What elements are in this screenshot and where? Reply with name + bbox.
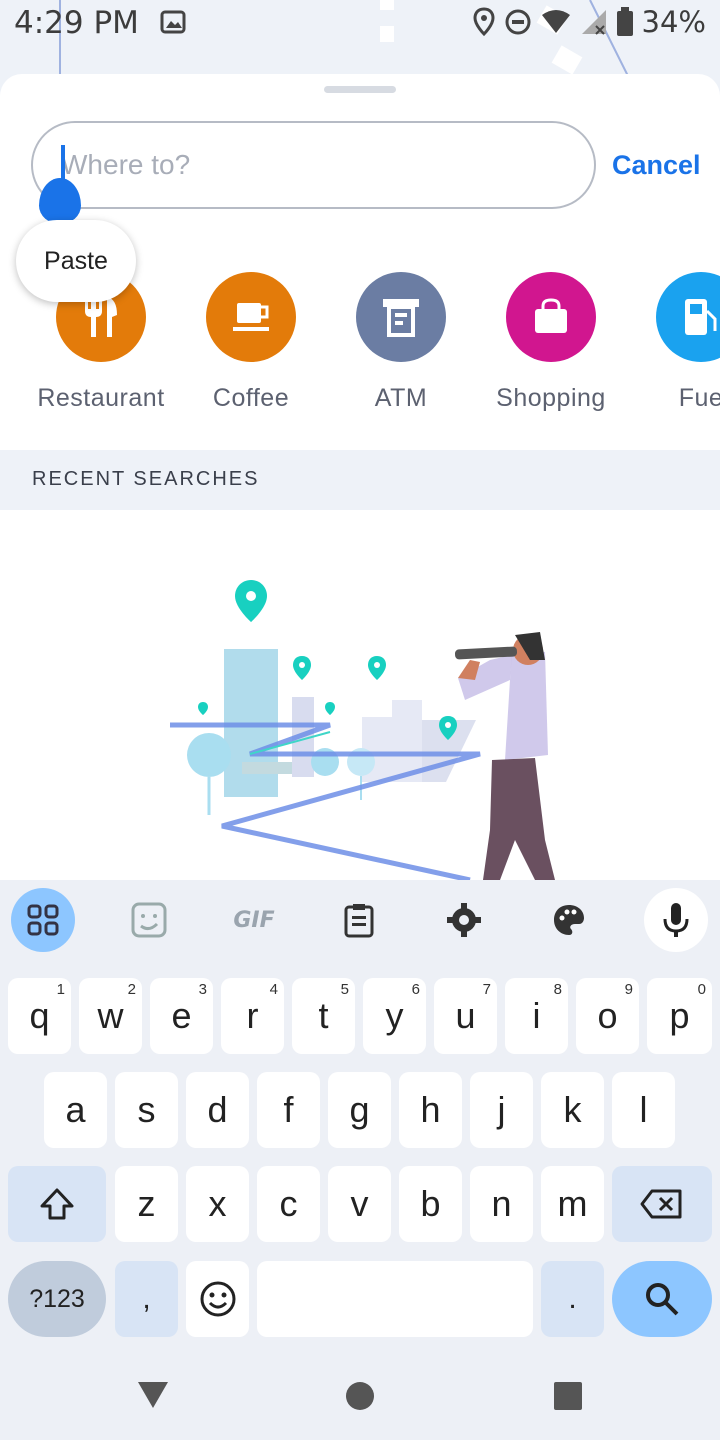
do-not-disturb-icon [505,9,531,35]
backspace-key[interactable] [612,1166,712,1242]
category-label: Restaurant [37,384,165,412]
fuel-icon [656,272,720,362]
home-icon[interactable] [345,1381,375,1411]
status-bar: 4:29 PM 34% [0,0,720,48]
atm-icon [356,272,446,362]
image-notification-icon [160,10,186,34]
key-u[interactable]: u7 [434,978,497,1054]
paste-button[interactable]: Paste [16,220,136,302]
mic-icon[interactable] [644,888,708,952]
key-o[interactable]: o9 [576,978,639,1054]
cell-signal-icon [581,10,606,35]
palette-icon[interactable] [537,888,601,952]
category-label: Fue [678,384,720,412]
category-label: Coffee [212,384,290,412]
key-l[interactable]: l [612,1072,675,1148]
backspace-icon [640,1189,682,1219]
key-t[interactable]: t5 [292,978,355,1054]
key-a[interactable]: a [44,1072,107,1148]
category-fuel[interactable]: Fue [626,272,720,413]
key-j[interactable]: j [470,1072,533,1148]
sticker-icon[interactable] [117,888,181,952]
keyboard-toolbar: GIF [0,880,720,960]
text-cursor-handle[interactable] [39,178,81,224]
search-key[interactable] [612,1261,712,1337]
key-c[interactable]: c [257,1166,320,1242]
empty-state-illustration [0,510,720,880]
keyboard: GIF q1 w2 e3 r4 t5 y6 u7 i8 o9 p0 a s d … [0,880,720,1440]
clipboard-icon[interactable] [327,888,391,952]
key-b[interactable]: b [399,1166,462,1242]
shift-key[interactable] [8,1166,106,1242]
battery-percent: 34% [641,5,706,39]
emoji-icon [200,1281,235,1317]
comma-key[interactable]: , [115,1261,178,1337]
back-icon[interactable] [136,1380,170,1412]
key-x[interactable]: x [186,1166,249,1242]
search-box[interactable] [31,121,596,209]
category-coffee[interactable]: Coffee [176,272,326,413]
apps-icon[interactable] [11,888,75,952]
shift-icon [40,1188,74,1220]
key-n[interactable]: n [470,1166,533,1242]
key-w[interactable]: w2 [79,978,142,1054]
status-indicators: 34% [472,5,706,39]
category-label: ATM [374,384,428,412]
search-sheet: Cancel Paste Restaurant Coffee ATM Shopp… [0,74,720,880]
recent-searches-title: RECENT SEARCHES [32,468,260,490]
map-pin-icon [235,580,267,622]
key-z[interactable]: z [115,1166,178,1242]
recent-searches-header: RECENT SEARCHES [0,450,720,510]
cancel-button[interactable]: Cancel [612,150,701,181]
symbols-key[interactable]: ?123 [8,1261,106,1337]
key-s[interactable]: s [115,1072,178,1148]
location-icon [473,7,495,37]
search-icon [646,1283,679,1316]
emoji-key[interactable] [186,1261,249,1337]
settings-icon[interactable] [432,888,496,952]
key-k[interactable]: k [541,1072,604,1148]
space-key[interactable] [257,1261,533,1337]
category-shopping[interactable]: Shopping [476,272,626,413]
key-i[interactable]: i8 [505,978,568,1054]
sheet-drag-handle[interactable] [324,86,396,93]
category-label: Shopping [496,384,606,412]
key-m[interactable]: m [541,1166,604,1242]
period-key[interactable]: . [541,1261,604,1337]
key-e[interactable]: e3 [150,978,213,1054]
key-y[interactable]: y6 [363,978,426,1054]
navigation-bar [0,1352,720,1440]
wifi-icon [541,10,570,33]
search-input[interactable] [61,143,561,187]
key-g[interactable]: g [328,1072,391,1148]
key-r[interactable]: r4 [221,978,284,1054]
recents-icon[interactable] [553,1381,583,1411]
key-q[interactable]: q1 [8,978,71,1054]
category-atm[interactable]: ATM [326,272,476,413]
coffee-icon [206,272,296,362]
key-v[interactable]: v [328,1166,391,1242]
battery-icon [616,7,633,36]
status-time: 4:29 PM [14,5,139,41]
key-h[interactable]: h [399,1072,462,1148]
key-d[interactable]: d [186,1072,249,1148]
key-p[interactable]: p0 [647,978,712,1054]
gif-icon[interactable]: GIF [222,888,286,952]
shopping-bag-icon [506,272,596,362]
key-f[interactable]: f [257,1072,320,1148]
